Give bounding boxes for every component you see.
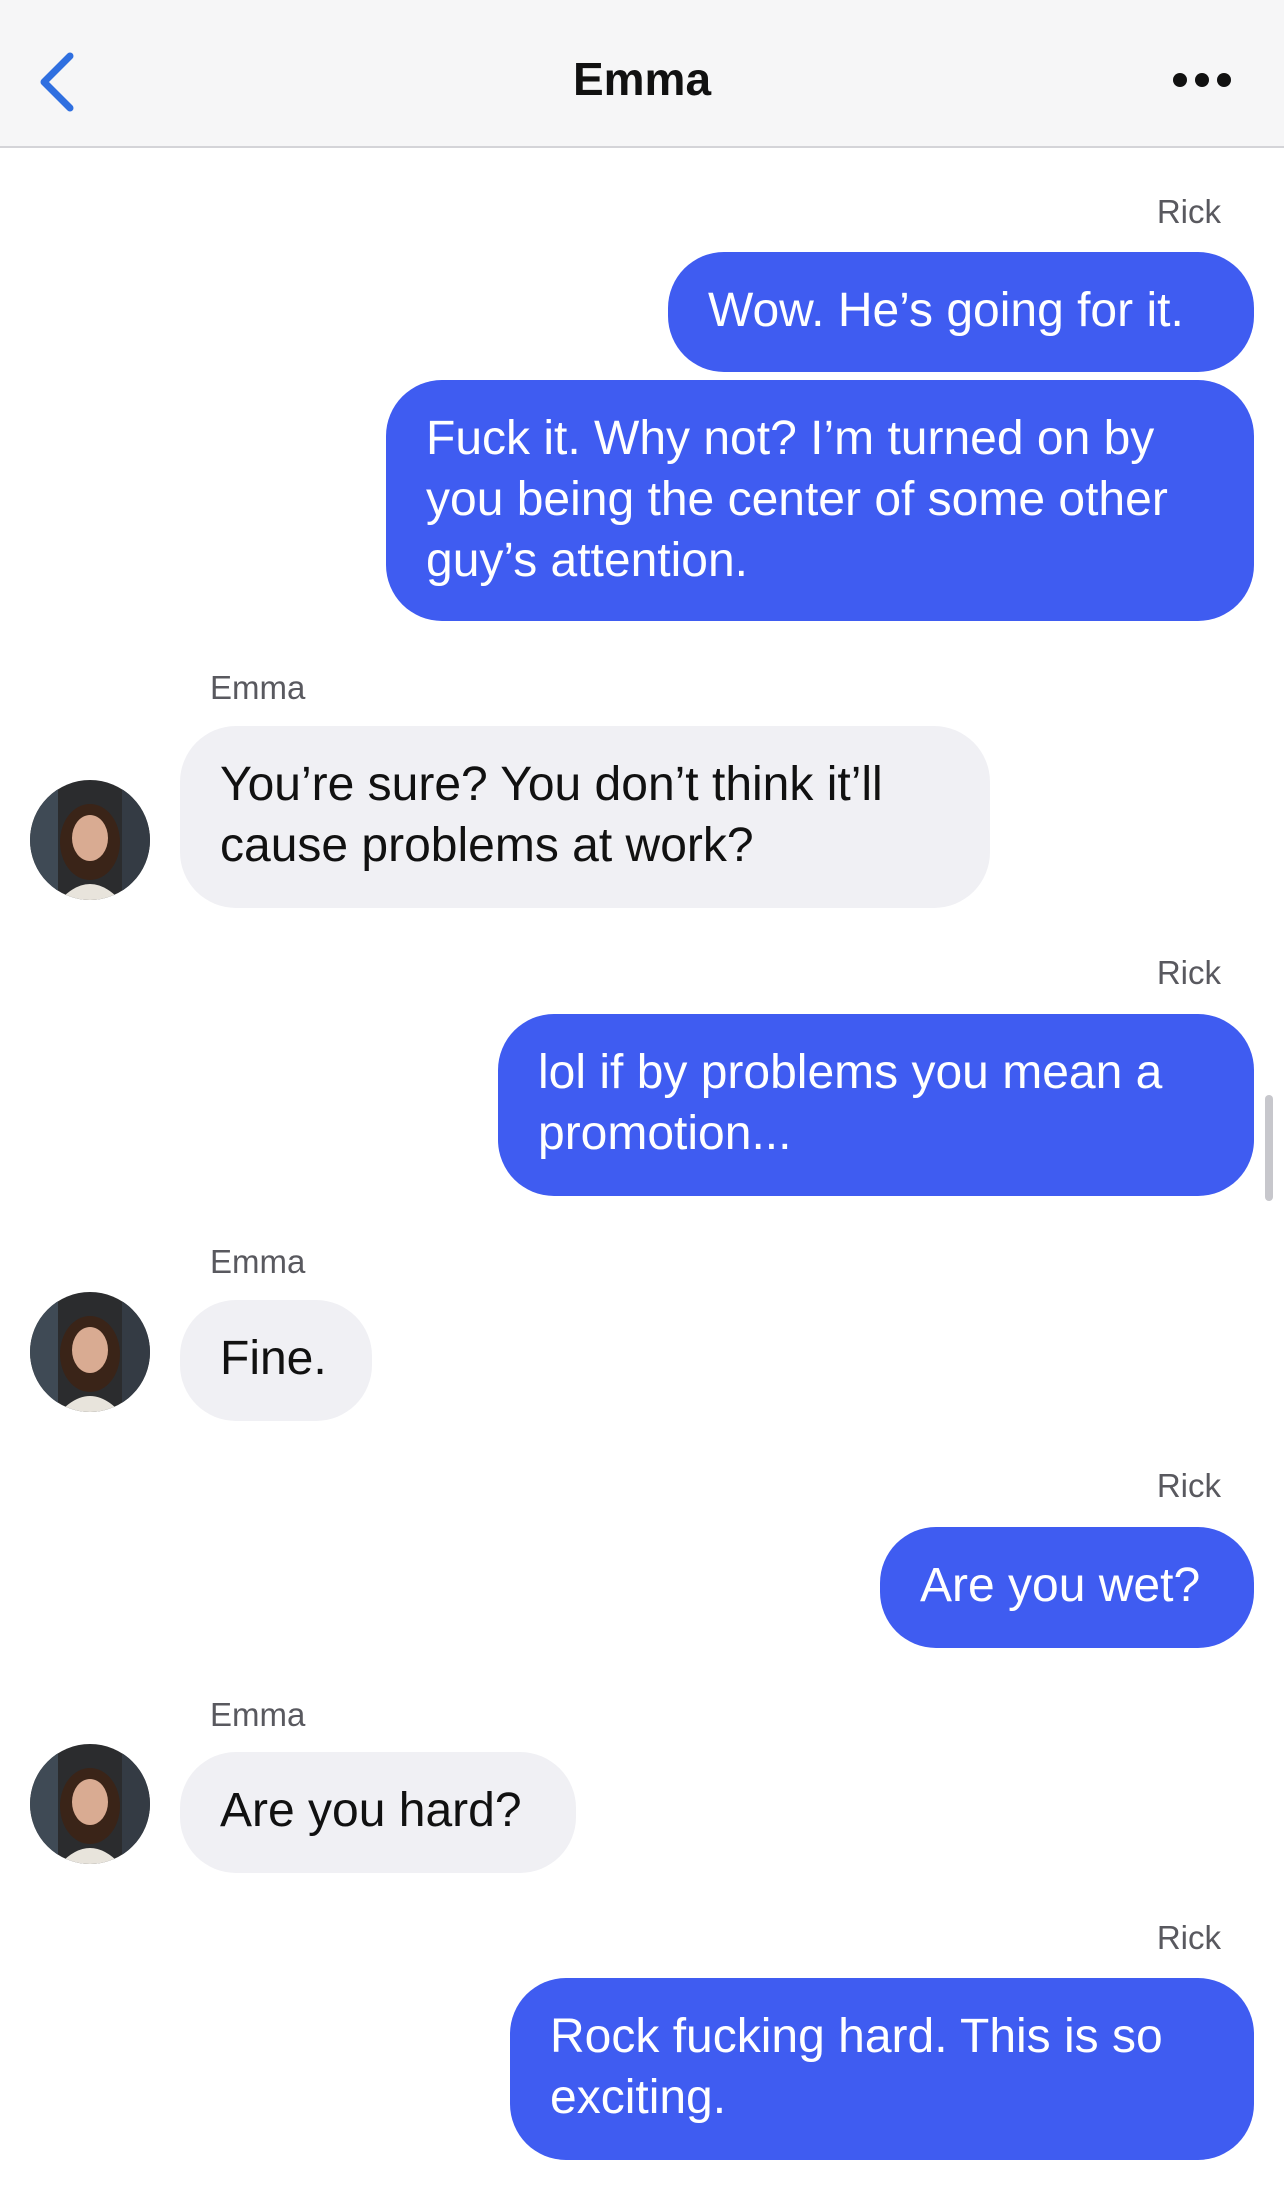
- chat-title[interactable]: Emma: [0, 52, 1284, 106]
- incoming-message[interactable]: Are you hard?: [180, 1752, 576, 1873]
- outgoing-message[interactable]: Wow. He’s going for it.: [668, 252, 1254, 372]
- outgoing-message[interactable]: lol if by problems you mean a promotion.…: [498, 1014, 1254, 1196]
- avatar[interactable]: [30, 780, 150, 900]
- avatar-photo: [30, 1744, 150, 1864]
- scrollbar-thumb[interactable]: [1265, 1095, 1273, 1201]
- incoming-message[interactable]: Fine.: [180, 1300, 372, 1421]
- avatar-photo: [30, 780, 150, 900]
- sender-name: Rick: [1156, 1919, 1221, 1956]
- outgoing-message[interactable]: Are you wet?: [880, 1527, 1254, 1648]
- chat-header: Emma: [0, 0, 1284, 148]
- sender-name: Rick: [1156, 1467, 1221, 1504]
- sender-name: Emma: [210, 1696, 306, 1733]
- avatar[interactable]: [30, 1744, 150, 1864]
- sender-name: Emma: [210, 1243, 306, 1280]
- more-options-button[interactable]: [1170, 70, 1234, 90]
- outgoing-message[interactable]: Rock fucking hard. This is so exciting.: [510, 1978, 1254, 2160]
- ellipsis-icon: [1173, 73, 1231, 87]
- outgoing-message[interactable]: Fuck it. Why not? I’m turned on by you b…: [386, 380, 1254, 621]
- sender-name: Rick: [1156, 954, 1221, 991]
- sender-name: Rick: [1156, 193, 1221, 230]
- avatar[interactable]: [30, 1292, 150, 1412]
- sender-name: Emma: [210, 669, 306, 706]
- incoming-message[interactable]: You’re sure? You don’t think it’ll cause…: [180, 726, 990, 908]
- avatar-photo: [30, 1292, 150, 1412]
